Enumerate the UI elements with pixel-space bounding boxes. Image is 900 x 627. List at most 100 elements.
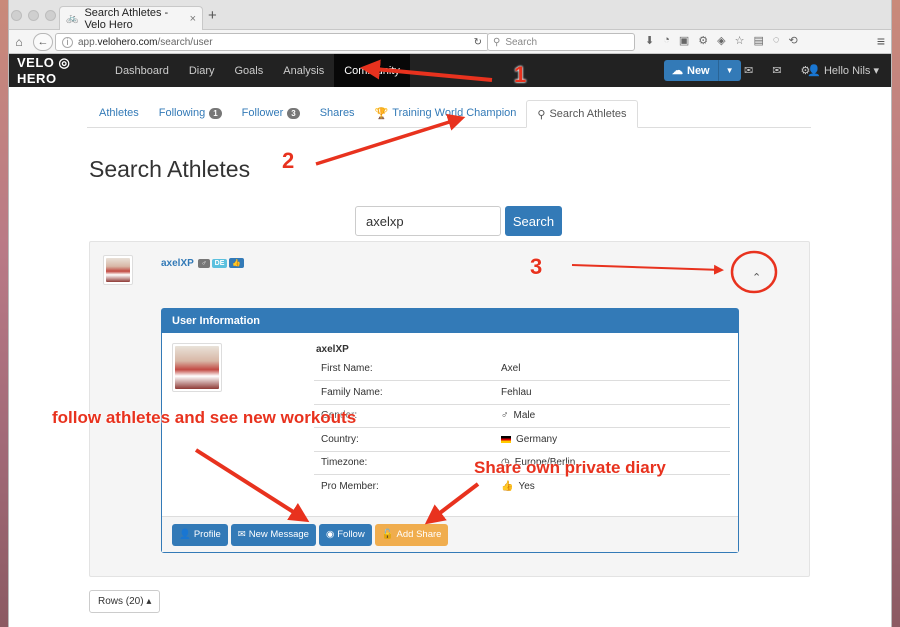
user-icon: 👤 — [807, 65, 821, 77]
country-label: DE — [211, 259, 228, 268]
add-share-button[interactable]: 🔓 Add Share — [374, 523, 449, 546]
url-domain: velohero.com — [97, 36, 158, 48]
detail-row-first-name: First Name: Axel — [314, 357, 730, 380]
collapse-chevron-up-icon[interactable]: ⌃ — [752, 271, 761, 284]
browser-tab-title: Search Athletes - Velo Hero — [84, 6, 169, 31]
new-tab-icon[interactable]: + — [208, 7, 217, 24]
new-button[interactable]: ☁ New ▼ — [664, 60, 741, 81]
follow-button[interactable]: ◉ Follow — [318, 523, 372, 546]
app-logo[interactable]: VELO ◎ HERO — [9, 55, 105, 86]
download-icon[interactable]: ⬇ — [645, 34, 654, 47]
extension-icon[interactable]: ◔ — [663, 34, 670, 47]
profile-photo-image — [175, 346, 219, 389]
detail-label: Pro Member: — [321, 480, 379, 492]
detail-value: Male — [513, 410, 536, 422]
athlete-search-input[interactable]: axelxp — [355, 206, 501, 236]
close-tab-icon[interactable]: × — [190, 13, 196, 25]
close-window-icon[interactable] — [11, 10, 22, 21]
tab-follower[interactable]: Follower 3 — [232, 99, 310, 127]
nav-analysis[interactable]: Analysis — [273, 54, 334, 87]
detail-row-family-name: Family Name: Fehlau — [314, 380, 730, 403]
tab-following-label: Following — [158, 107, 206, 119]
gender-label-icon: ♂ — [198, 259, 210, 268]
sync-icon[interactable]: ⟲ — [788, 34, 797, 47]
user-menu[interactable]: 👤 Hello Nils ▾ — [807, 64, 879, 77]
browser-tab[interactable]: 🚲 Search Athletes - Velo Hero × — [59, 6, 203, 31]
result-username[interactable]: axelXP ♂ DE 👍 — [161, 258, 245, 269]
tab-athletes[interactable]: Athletes — [89, 99, 149, 127]
browser-tab-bar: 🚲 Search Athletes - Velo Hero × + — [9, 0, 891, 31]
bookmark-star-icon[interactable]: ☆ — [735, 34, 745, 47]
tab-search-label: Search Athletes — [549, 108, 627, 120]
annotation-number-1: 1 — [514, 62, 527, 87]
user-information-panel: User Information axelXP First Name: Axel … — [161, 308, 739, 553]
pocket-icon[interactable]: ◌ — [773, 34, 780, 47]
chat-icon[interactable]: ✉ — [744, 64, 753, 77]
browser-toolbar-icons: ⬇ ◔ ▣ ⚙ ◈ ☆ ▤ ◌ ⟲ — [645, 34, 798, 47]
minimize-window-icon[interactable] — [28, 10, 39, 21]
content-area: Athletes Following 1 Follower 3 Shares 🏆 Tr… — [87, 88, 811, 128]
tab-search-athletes[interactable]: ⚲ Search Athletes — [526, 100, 638, 128]
reload-icon[interactable]: ↻ — [474, 37, 482, 48]
tab-shares[interactable]: Shares — [310, 99, 365, 127]
nav-goals[interactable]: Goals — [225, 54, 274, 87]
settings-icon[interactable]: ⚙ — [698, 34, 708, 47]
pro-thumbs-up-icon: 👍 — [229, 258, 245, 268]
hamburger-menu-icon[interactable]: ≡ — [877, 33, 885, 49]
bike-favicon-icon: 🚲 — [66, 13, 79, 24]
user-info-name: axelXP — [316, 344, 349, 355]
annotation-follow-note: follow athletes and see new workouts — [52, 408, 357, 427]
url-path: /search/user — [157, 36, 213, 48]
nav-community[interactable]: Community — [334, 54, 410, 87]
clipboard-icon[interactable]: ▤ — [754, 34, 764, 47]
window-controls — [11, 10, 56, 21]
nav-dashboard[interactable]: Dashboard — [105, 54, 179, 87]
avatar-image — [106, 258, 130, 282]
rows-per-page-label: Rows (20) — [98, 596, 144, 607]
avatar[interactable] — [103, 255, 133, 285]
nav-diary[interactable]: Diary — [179, 54, 225, 87]
addon-icon[interactable]: ◈ — [717, 34, 725, 47]
browser-search-field[interactable]: ⚲ Search — [487, 33, 635, 51]
annotation-share-note: Share own private diary — [474, 458, 666, 477]
profile-button[interactable]: 👤 Profile — [172, 523, 228, 546]
rows-per-page-button[interactable]: Rows (20) ▴ — [89, 590, 161, 613]
detail-label: Timezone: — [321, 457, 368, 469]
eye-icon: ◉ — [325, 529, 335, 540]
tab-following[interactable]: Following 1 — [149, 99, 232, 127]
back-button[interactable]: ← — [33, 32, 53, 51]
search-icon: ⚲ — [537, 108, 546, 121]
detail-value: Fehlau — [501, 387, 532, 399]
screenshot-icon[interactable]: ▣ — [679, 34, 689, 47]
tab-training-champion[interactable]: 🏆 Training World Champion — [365, 99, 527, 127]
envelope-icon: ✉ — [237, 529, 246, 540]
following-count-badge: 1 — [209, 107, 222, 119]
page-title: Search Athletes — [89, 156, 251, 182]
mail-icon[interactable]: ✉ — [772, 64, 781, 77]
follow-label: Follow — [337, 529, 365, 540]
profile-button-label: Profile — [193, 529, 221, 540]
zoom-window-icon[interactable] — [45, 10, 56, 21]
browser-search-placeholder: Search — [505, 36, 538, 48]
detail-label: First Name: — [321, 363, 373, 375]
site-info-icon[interactable]: i — [62, 36, 73, 48]
home-icon[interactable]: ⌂ — [9, 35, 29, 49]
detail-row-gender: Gender: ♂ Male — [314, 403, 730, 427]
tab-follower-label: Follower — [241, 107, 284, 119]
trophy-icon: 🏆 — [374, 107, 389, 120]
new-message-button[interactable]: ✉ New Message — [230, 523, 316, 546]
follower-count-badge: 3 — [287, 107, 300, 119]
unlock-icon: 🔓 — [381, 529, 394, 540]
search-button[interactable]: Search — [505, 206, 562, 236]
thumbs-up-icon: 👍 — [501, 480, 514, 492]
caret-down-icon[interactable]: ▼ — [719, 66, 741, 75]
community-tabs: Athletes Following 1 Follower 3 Shares 🏆 Tr… — [87, 88, 811, 128]
add-share-label: Add Share — [396, 529, 442, 540]
url-bar[interactable]: i app. velohero.com/search/user ↻ — [55, 33, 489, 51]
male-icon: ♂ — [501, 410, 509, 422]
tab-athletes-label: Athletes — [99, 107, 139, 119]
annotation-number-3: 3 — [530, 254, 543, 279]
app-navbar: VELO ◎ HERO Dashboard Diary Goals Analys… — [9, 54, 891, 87]
user-icon: 👤 — [179, 529, 191, 540]
germany-flag-icon — [501, 435, 511, 443]
